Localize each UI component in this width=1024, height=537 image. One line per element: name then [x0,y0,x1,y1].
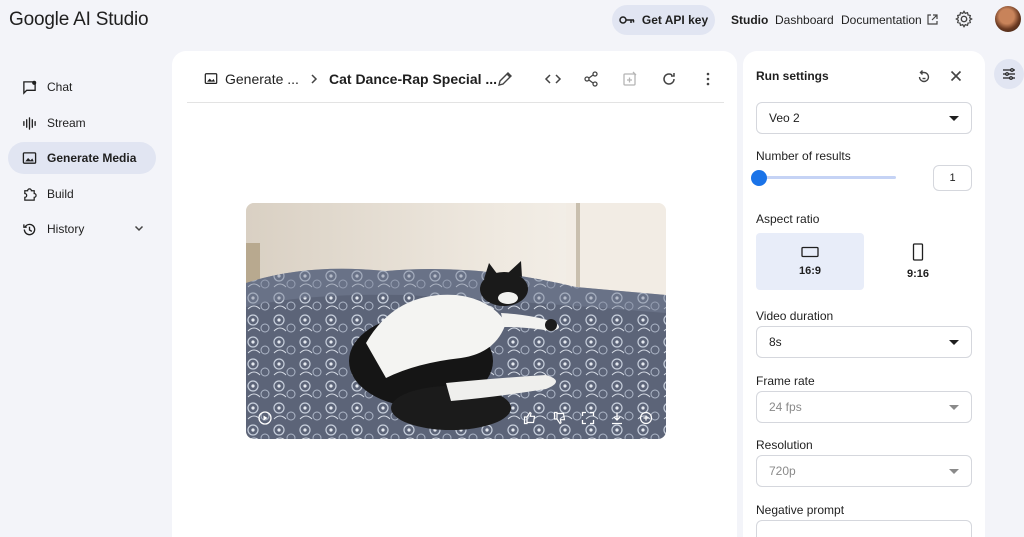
sidebar-item-label: Build [47,187,74,201]
tune-icon [1003,68,1015,80]
frame-rate-label: Frame rate [756,374,815,388]
toolbar-divider [187,102,724,103]
sidebar-item-label: Generate Media [47,151,137,165]
close-icon[interactable] [948,68,964,84]
media-icon [204,73,218,84]
puzzle-icon [24,187,37,201]
share-icon[interactable] [582,70,600,88]
sidebar-item-chat[interactable]: Chat [8,71,156,103]
toggle-run-settings-button[interactable] [994,59,1024,89]
aspect-option-16-9[interactable]: 16:9 [756,233,864,290]
sidebar-item-label: Chat [47,80,73,94]
dropdown-caret-icon [949,340,959,345]
num-results-input[interactable]: 1 [933,165,972,191]
reset-icon[interactable] [916,68,932,84]
video-duration-select[interactable]: 8s [756,326,972,358]
play-icon[interactable] [258,411,272,425]
key-icon [619,16,635,24]
dropdown-caret-icon [949,405,959,410]
aspect-ratio-label: Aspect ratio [756,212,820,226]
chevron-right-icon [311,74,318,84]
dropdown-caret-icon [949,469,959,474]
num-results-slider-thumb[interactable] [751,170,767,186]
portrait-icon [912,243,924,261]
edit-pencil-icon[interactable] [496,70,514,88]
history-icon [23,223,36,235]
breadcrumb[interactable]: Generate ... [204,71,299,87]
documentation-label: Documentation [841,13,922,27]
run-settings-title: Run settings [756,69,829,83]
frame-rate-value: 24 fps [769,400,802,414]
landscape-icon [801,246,819,258]
num-results-slider-track[interactable] [759,176,896,179]
num-results-label: Number of results [756,149,851,163]
nav-link-documentation[interactable]: Documentation [841,13,938,27]
resolution-value: 720p [769,464,796,478]
thumbs-up-icon[interactable] [523,411,537,425]
nav-link-dashboard[interactable]: Dashboard [775,13,834,27]
sidebar-item-history[interactable]: History [8,213,156,245]
refresh-icon[interactable] [660,70,678,88]
chat-icon [23,80,37,95]
waveform-icon [23,116,36,130]
more-options-icon[interactable] [699,70,717,88]
sidebar-item-stream[interactable]: Stream [8,107,156,139]
negative-prompt-label: Negative prompt [756,503,845,517]
save-to-drive-icon[interactable] [621,70,639,88]
user-avatar[interactable] [995,6,1021,32]
generated-video[interactable] [246,203,666,439]
aspect-option-label: 16:9 [798,265,822,277]
thumbs-down-icon[interactable] [553,411,567,425]
aspect-option-9-16[interactable]: 9:16 [864,233,972,290]
download-icon[interactable] [610,411,624,425]
get-api-key-label: Get API key [641,13,709,27]
sidebar-item-generate-media[interactable]: Generate Media [8,142,156,174]
extend-video-icon[interactable] [639,411,653,425]
nav-link-studio[interactable]: Studio [731,13,768,27]
frame-rate-select[interactable]: 24 fps [756,391,972,423]
video-duration-label: Video duration [756,309,834,323]
model-select-value: Veo 2 [769,111,800,125]
model-select[interactable]: Veo 2 [756,102,972,134]
code-icon[interactable] [544,70,562,88]
sidebar-item-label: Stream [47,116,86,130]
chevron-down-icon[interactable] [134,223,144,233]
page-title: Cat Dance-Rap Special ... [329,71,498,87]
dropdown-caret-icon [949,116,959,121]
sidebar-item-label: History [47,222,85,236]
media-icon [22,151,37,164]
get-api-key-button[interactable]: Get API key [612,5,715,35]
fullscreen-icon[interactable] [581,411,595,425]
resolution-select[interactable]: 720p [756,455,972,487]
external-link-icon [927,14,938,25]
video-frame [246,203,666,439]
app-logo[interactable]: Google AI Studio [9,9,149,31]
breadcrumb-label: Generate ... [225,71,299,87]
settings-gear-icon[interactable] [955,10,973,28]
video-duration-value: 8s [769,335,782,349]
negative-prompt-input[interactable] [756,520,972,537]
sidebar-item-build[interactable]: Build [8,178,156,210]
resolution-label: Resolution [756,438,813,452]
aspect-option-label: 9:16 [906,268,930,280]
